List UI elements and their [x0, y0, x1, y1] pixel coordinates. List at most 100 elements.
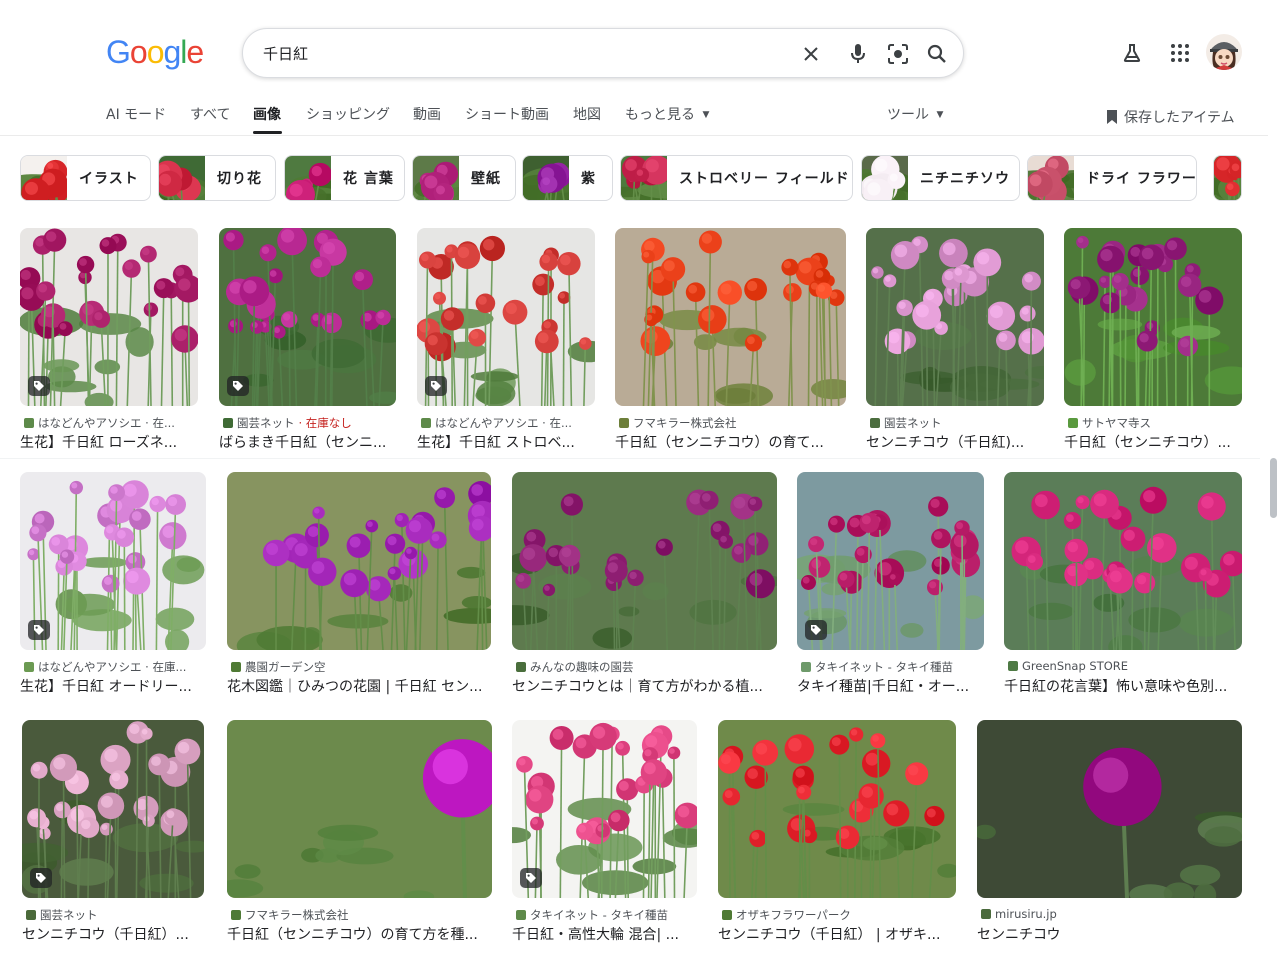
result-title[interactable]: 千日紅（センニチコウ）... [1064, 432, 1242, 452]
result-source[interactable]: はなどんやアソシエ · 在庫... [24, 659, 206, 675]
result-source[interactable]: mirusiru.jp [981, 907, 1242, 921]
result-thumbnail[interactable] [227, 472, 491, 650]
close-icon[interactable] [797, 40, 825, 68]
result-thumbnail[interactable] [227, 720, 492, 898]
chip[interactable]: 切り花 [158, 155, 276, 201]
result-source[interactable]: 園芸ネット [870, 415, 1044, 431]
bookmark-icon [1106, 109, 1118, 129]
image-result[interactable]: 園芸ネット センニチコウ（千日紅）... [22, 720, 204, 944]
result-title[interactable]: センニチコウ（千日紅）... [22, 924, 204, 944]
chip[interactable]: 紫 [522, 155, 613, 201]
tab-more[interactable]: もっと見る ▼ [625, 104, 709, 124]
image-result[interactable]: オザキフラワーパーク センニチコウ（千日紅） | オザキ... [718, 720, 956, 944]
camera-lens-icon[interactable] [884, 40, 912, 68]
chip[interactable]: 壁紙 [412, 155, 516, 201]
result-title[interactable]: ばらまき千日紅（センニ... [219, 432, 396, 452]
saved-items-button[interactable]: 保存したアイテム [1106, 107, 1235, 129]
source-name: GreenSnap STORE [1022, 659, 1129, 673]
chip[interactable]: ストロベリー フィールド [620, 155, 853, 201]
chip-label: 壁紙 [471, 171, 501, 187]
result-source[interactable]: 農園ガーデン空 [231, 659, 491, 675]
site-favicon-icon [24, 418, 34, 428]
tab-ai-mode[interactable]: AI モード [106, 104, 166, 124]
tab-images[interactable]: 画像 [253, 104, 281, 124]
result-thumbnail[interactable] [512, 472, 777, 650]
search-icon[interactable] [923, 40, 951, 68]
result-title[interactable]: 千日紅・高性大輪 混合| ... [512, 924, 697, 944]
tab-short-videos[interactable]: ショート動画 [465, 104, 549, 124]
image-result[interactable]: 園芸ネット · 在庫なし ばらまき千日紅（センニ... [219, 228, 396, 452]
logo-letter: g [163, 34, 181, 70]
chip-label: ニチニチソウ [920, 171, 1010, 187]
result-source[interactable]: 園芸ネット · 在庫なし [223, 415, 396, 431]
image-result[interactable]: GreenSnap STORE 千日紅の花言葉】怖い意味や色別... [1004, 472, 1242, 696]
image-result[interactable]: mirusiru.jp センニチコウ [977, 720, 1242, 944]
image-result[interactable]: はなどんやアソシエ · 在庫... 生花】千日紅 オードリー... [20, 472, 206, 696]
result-title[interactable]: タキイ種苗|千日紅・オー... [797, 676, 984, 696]
site-favicon-icon [870, 418, 880, 428]
result-title[interactable]: 千日紅（センニチコウ）の育て方を種... [227, 924, 492, 944]
image-result[interactable]: 農園ガーデン空 花木図鑑｜ひみつの花園 | 千日紅 セン... [227, 472, 491, 696]
scrollbar-thumb[interactable] [1270, 458, 1277, 518]
result-thumbnail[interactable] [718, 720, 956, 898]
result-source[interactable]: タキイネット - タキイ種苗 [801, 659, 984, 675]
image-result[interactable]: 園芸ネット センニチコウ（千日紅)... [866, 228, 1044, 452]
site-favicon-icon [619, 418, 629, 428]
result-thumbnail[interactable] [1004, 472, 1242, 650]
image-result[interactable]: はなどんやアソシエ · 在... 生花】千日紅 ローズネ... [20, 228, 198, 452]
result-title[interactable]: センニチコウ（千日紅)... [866, 432, 1044, 452]
chip[interactable]: ドライ フラワー [1027, 155, 1197, 201]
result-source[interactable]: はなどんやアソシエ · 在... [24, 415, 198, 431]
image-result[interactable]: サトヤマ寺ス 千日紅（センニチコウ）... [1064, 228, 1242, 452]
image-result[interactable]: はなどんやアソシエ · 在... 生花】千日紅 ストロベ... [417, 228, 595, 452]
result-thumbnail[interactable] [866, 228, 1044, 406]
result-source[interactable]: みんなの趣味の園芸 [516, 659, 777, 675]
result-title[interactable]: センニチコウ（千日紅） | オザキ... [718, 924, 956, 944]
tab-videos[interactable]: 動画 [413, 104, 441, 124]
chip[interactable]: ニチニチソウ [861, 155, 1020, 201]
result-title[interactable]: 生花】千日紅 ストロベ... [417, 432, 595, 452]
result-title[interactable]: 花木図鑑｜ひみつの花園 | 千日紅 セン... [227, 676, 491, 696]
image-result[interactable]: タキイネット - タキイ種苗 千日紅・高性大輪 混合| ... [512, 720, 697, 944]
google-logo[interactable]: Google [106, 34, 204, 71]
result-source[interactable]: 園芸ネット [26, 907, 204, 923]
result-source[interactable]: GreenSnap STORE [1008, 659, 1242, 673]
row-divider [0, 458, 1260, 459]
search-input[interactable] [263, 41, 783, 65]
chip[interactable]: 花 言葉 [284, 155, 405, 201]
flask-icon[interactable] [1114, 35, 1150, 71]
source-name: フマキラー株式会社 [245, 908, 349, 922]
result-source[interactable]: オザキフラワーパーク [722, 907, 956, 923]
source-name: フマキラー株式会社 [633, 416, 737, 430]
result-title[interactable]: 生花】千日紅 オードリー... [20, 676, 206, 696]
tab-shopping[interactable]: ショッピング [306, 104, 390, 124]
chip-thumbnail [862, 156, 916, 200]
apps-grid-icon[interactable] [1162, 35, 1198, 71]
result-source[interactable]: はなどんやアソシエ · 在... [421, 415, 595, 431]
image-result[interactable]: みんなの趣味の園芸 センニチコウとは｜育て方がわかる植... [512, 472, 777, 696]
result-title[interactable]: 千日紅の花言葉】怖い意味や色別... [1004, 676, 1242, 696]
avatar[interactable] [1206, 34, 1242, 70]
result-title[interactable]: センニチコウとは｜育て方がわかる植... [512, 676, 777, 696]
image-result[interactable]: フマキラー株式会社 千日紅（センニチコウ）の育て方を種... [227, 720, 492, 944]
result-source[interactable]: タキイネット - タキイ種苗 [516, 907, 697, 923]
result-title[interactable]: 千日紅（センニチコウ）の育て... [615, 432, 846, 452]
result-source[interactable]: フマキラー株式会社 [231, 907, 492, 923]
chip[interactable]: イラスト [20, 155, 151, 201]
image-result[interactable]: フマキラー株式会社 千日紅（センニチコウ）の育て... [615, 228, 846, 452]
result-source[interactable]: フマキラー株式会社 [619, 415, 846, 431]
result-thumbnail[interactable] [615, 228, 846, 406]
result-thumbnail[interactable] [1064, 228, 1242, 406]
result-title[interactable]: 生花】千日紅 ローズネ... [20, 432, 198, 452]
caret-down-icon: ▼ [936, 110, 944, 120]
result-thumbnail[interactable] [977, 720, 1242, 898]
tools-button[interactable]: ツール ▼ [887, 104, 943, 124]
tab-all[interactable]: すべて [190, 104, 230, 124]
result-source[interactable]: サトヤマ寺ス [1068, 415, 1242, 431]
chip-overflow[interactable] [1213, 155, 1242, 201]
result-title[interactable]: センニチコウ [977, 924, 1242, 944]
tab-maps[interactable]: 地図 [573, 104, 601, 124]
site-favicon-icon [231, 910, 241, 920]
microphone-icon[interactable] [844, 40, 872, 68]
image-result[interactable]: タキイネット - タキイ種苗 タキイ種苗|千日紅・オー... [797, 472, 984, 696]
